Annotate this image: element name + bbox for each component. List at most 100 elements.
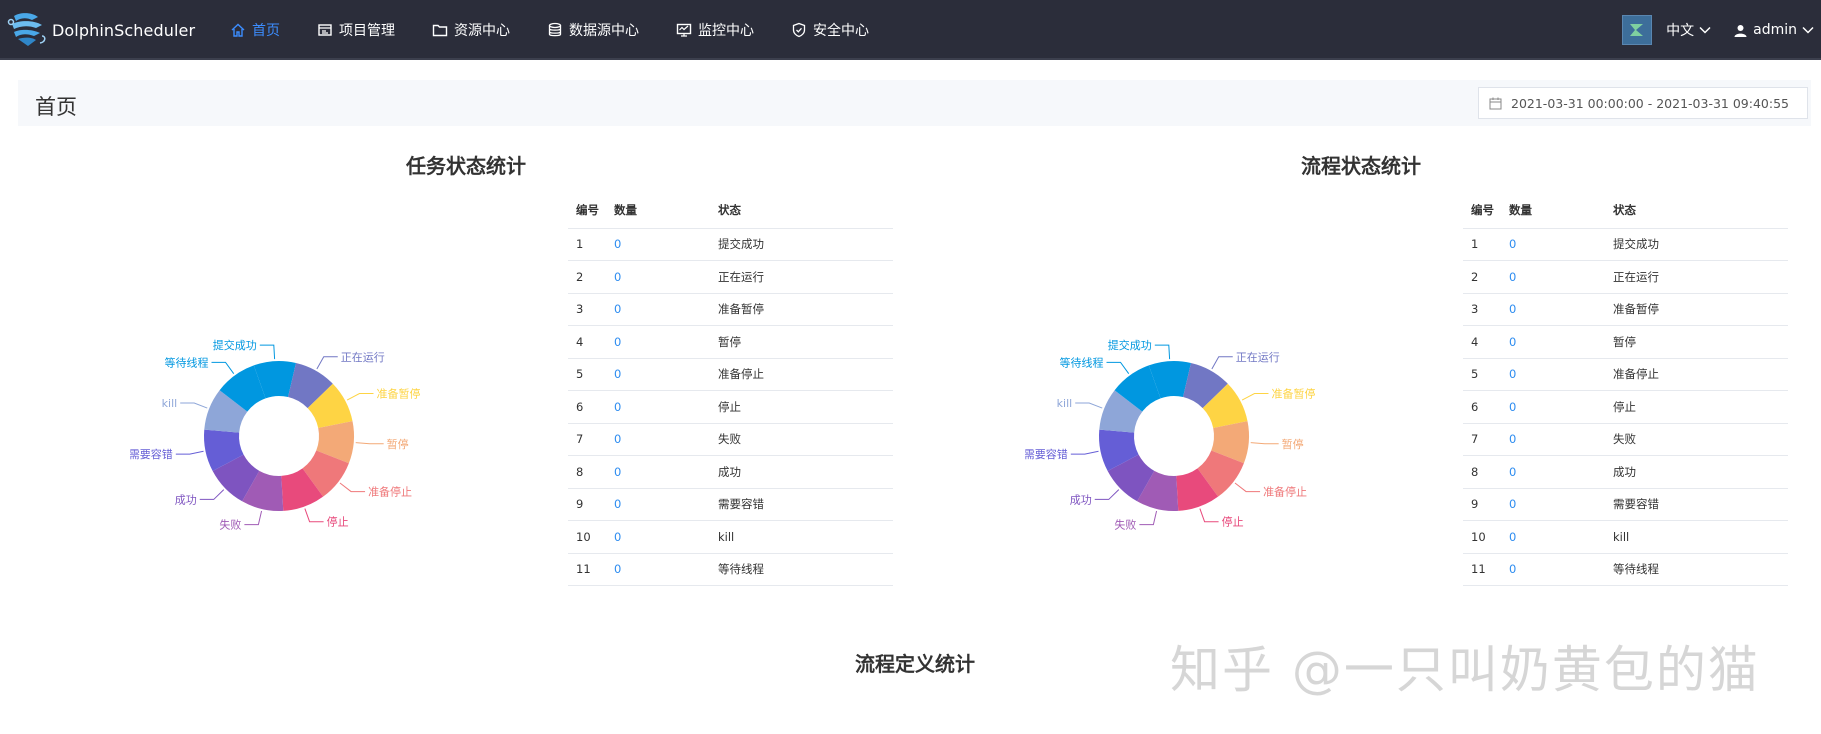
process-status-table: 编号 数量 状态 1 0 提交成功 2 0 正在运行 3 0 准备暂停 4 0 暂停 5 0 准备停止 6 0 停止 7 0… (1463, 192, 1788, 586)
pie-label-line (1241, 393, 1269, 401)
pie-label-line (244, 510, 263, 526)
row-status: 准备停止 (710, 358, 893, 391)
row-count-link[interactable]: 0 (606, 423, 710, 456)
pie-label-line (355, 442, 384, 445)
nav-item-label: 首页 (252, 23, 280, 39)
row-status: 需要容错 (1605, 488, 1788, 521)
row-count-link[interactable]: 0 (1501, 455, 1605, 489)
header-status: 状态 (710, 192, 893, 229)
row-count-link[interactable]: 0 (606, 358, 710, 391)
task-status-title: 任务状态统计 (406, 154, 526, 178)
language-switcher[interactable]: 中文 (1666, 20, 1712, 40)
user-name: admin (1753, 22, 1797, 38)
row-count-link[interactable]: 0 (1501, 325, 1605, 359)
row-count-link[interactable]: 0 (606, 260, 710, 294)
row-index: 6 (1463, 390, 1501, 424)
pie-label: 提交成功 (1108, 338, 1152, 352)
row-count-link[interactable]: 0 (1501, 390, 1605, 424)
row-count-link[interactable]: 0 (606, 228, 710, 261)
row-status: kill (710, 520, 893, 554)
pie-label: 等待线程 (165, 355, 209, 369)
nav-item-security[interactable]: 安全中心 (791, 0, 869, 60)
row-count-link[interactable]: 0 (1501, 423, 1605, 456)
database-icon (548, 22, 562, 37)
row-count-link[interactable]: 0 (606, 488, 710, 521)
nav-item-projects[interactable]: 项目管理 (317, 0, 395, 60)
row-count-link[interactable]: 0 (1501, 520, 1605, 554)
language-label: 中文 (1666, 23, 1695, 39)
row-index: 6 (568, 390, 606, 424)
table-row: 7 0 失败 (568, 423, 893, 456)
row-status: 失败 (710, 423, 893, 456)
logo[interactable]: DolphinScheduler (6, 12, 195, 48)
row-count-link[interactable]: 0 (606, 390, 710, 424)
row-count-link[interactable]: 0 (1501, 228, 1605, 261)
row-status: 准备暂停 (710, 293, 893, 326)
row-status: 准备暂停 (1605, 293, 1788, 326)
row-count-link[interactable]: 0 (1501, 358, 1605, 391)
row-status: 停止 (1605, 390, 1788, 424)
process-status-title: 流程状态统计 (1301, 154, 1421, 178)
pie-label-line (199, 489, 225, 500)
folder-icon (432, 24, 448, 37)
header-index: 编号 (568, 192, 606, 229)
nav-item-home[interactable]: 首页 (230, 0, 280, 60)
row-status: 等待线程 (710, 553, 893, 586)
user-menu[interactable]: admin (1734, 22, 1815, 38)
row-count-link[interactable]: 0 (606, 520, 710, 554)
table-row: 10 0 kill (568, 520, 893, 554)
pie-label: 成功 (175, 493, 197, 506)
pie-label: 准备停止 (368, 485, 412, 499)
pie-label: 正在运行 (341, 351, 385, 364)
dolphin-logo-icon (7, 13, 46, 46)
row-count-link[interactable]: 0 (606, 553, 710, 586)
row-count-link[interactable]: 0 (606, 325, 710, 359)
calendar-icon (1489, 97, 1502, 109)
app-name: DolphinScheduler (52, 20, 196, 40)
row-count-link[interactable]: 0 (1501, 293, 1605, 326)
row-count-link[interactable]: 0 (1501, 260, 1605, 294)
table-row: 1 0 提交成功 (1463, 228, 1788, 261)
monitor-icon (676, 23, 692, 37)
row-index: 1 (568, 228, 606, 261)
row-status: 提交成功 (710, 228, 893, 261)
row-count-link[interactable]: 0 (606, 293, 710, 326)
row-status: 正在运行 (1605, 260, 1788, 294)
date-range-picker[interactable]: 2021-03-31 00:00:00 - 2021-03-31 09:40:5… (1478, 87, 1808, 119)
row-count-link[interactable]: 0 (1501, 553, 1605, 586)
table-row: 7 0 失败 (1463, 423, 1788, 456)
table-row: 6 0 停止 (1463, 390, 1788, 424)
pie-label-line (1094, 489, 1120, 500)
row-index: 1 (1463, 228, 1501, 261)
nav-item-monitor[interactable]: 监控中心 (676, 0, 754, 60)
row-count-link[interactable]: 0 (606, 455, 710, 489)
table-row: 2 0 正在运行 (568, 260, 893, 294)
pie-label: 需要容错 (1025, 447, 1068, 461)
pie-label-line (1106, 361, 1130, 374)
table-row: 4 0 暂停 (568, 325, 893, 359)
table-row: 5 0 准备停止 (568, 358, 893, 391)
pie-label: 失败 (219, 518, 241, 532)
pie-label-line (1075, 402, 1103, 409)
row-status: 暂停 (1605, 325, 1788, 359)
pie-label: 停止 (1222, 515, 1244, 529)
process-status-pie-chart: 提交成功正在运行准备暂停暂停准备停止停止 失败 成功 需要容错 kill 等待线程 (1025, 338, 1315, 531)
table-row: 11 0 等待线程 (568, 553, 893, 586)
table-row: 11 0 等待线程 (1463, 553, 1788, 586)
nav-item-datasource[interactable]: 数据源中心 (547, 0, 639, 60)
app-badge-icon[interactable] (1622, 15, 1653, 45)
top-navbar: DolphinScheduler 首页 项目管理 资源中心 数据源中心 监控中心… (0, 0, 1821, 60)
row-index: 11 (1463, 553, 1501, 586)
date-range-value: 2021-03-31 00:00:00 - 2021-03-31 09:40:5… (1511, 95, 1789, 111)
table-row: 2 0 正在运行 (1463, 260, 1788, 294)
task-status-table: 编号 数量 状态 1 0 提交成功 2 0 正在运行 3 0 准备暂停 4 0 暂停 5 0 准备停止 6 0 停止 7 0… (568, 192, 893, 586)
home-icon (231, 23, 245, 37)
page-title: 首页 (35, 95, 77, 119)
pie-label: kill (1057, 397, 1073, 410)
chevron-down-icon (1802, 26, 1814, 34)
nav-item-resources[interactable]: 资源中心 (432, 0, 510, 60)
definition-stats-title: 流程定义统计 (855, 652, 975, 676)
pie-label-line (1199, 508, 1219, 523)
nav-item-label: 资源中心 (454, 23, 510, 39)
row-count-link[interactable]: 0 (1501, 488, 1605, 521)
